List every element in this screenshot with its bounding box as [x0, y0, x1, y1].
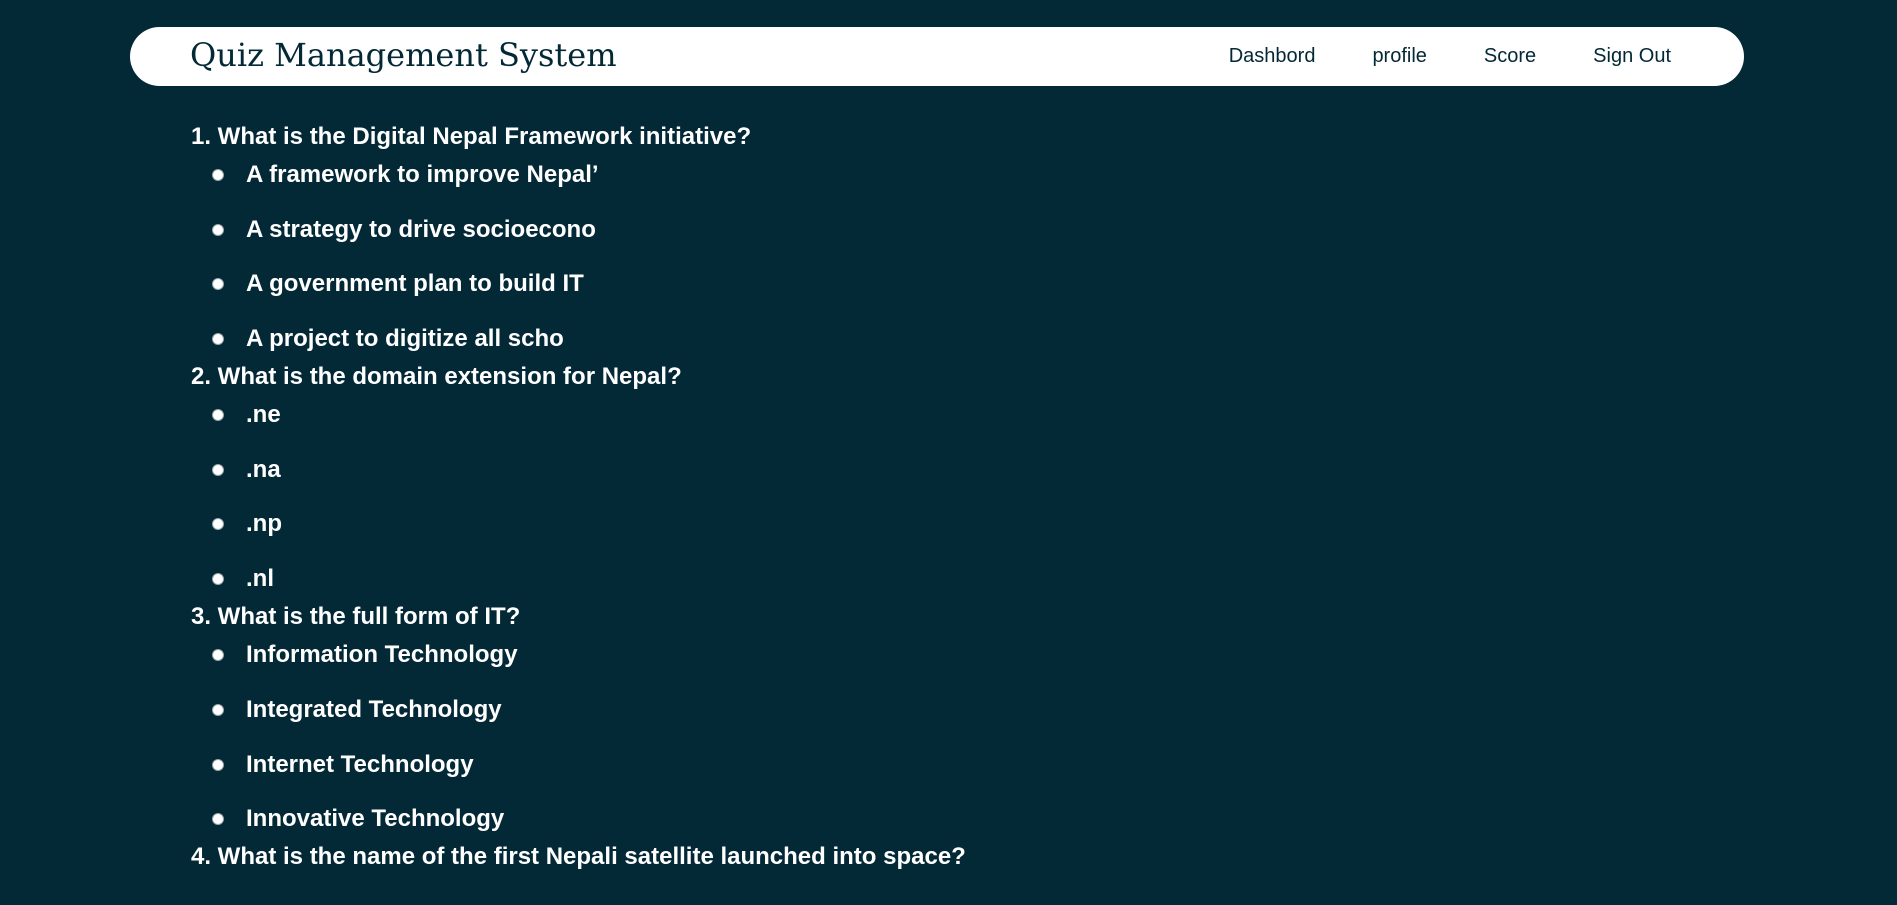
question-text: 4. What is the name of the first Nepali …: [191, 843, 966, 871]
option-item[interactable]: Internet Technology: [191, 746, 1591, 801]
options-list: Information Technology Integrated Techno…: [191, 636, 1591, 838]
radio-icon[interactable]: [212, 703, 224, 716]
question-text: 3. What is the full form of IT?: [191, 603, 521, 631]
radio-icon[interactable]: [212, 573, 224, 586]
option-label: Internet Technology: [246, 750, 474, 778]
option-label: .np: [246, 510, 282, 538]
question-text: 1. What is the Digital Nepal Framework i…: [191, 123, 752, 150]
option-item[interactable]: .np: [191, 505, 1591, 560]
option-label: .na: [246, 455, 281, 483]
option-item[interactable]: Innovative Technology: [191, 800, 1591, 838]
nav-link-score[interactable]: Score: [1484, 45, 1536, 68]
quiz-list: 1. What is the Digital Nepal Framework i…: [191, 118, 1591, 876]
nav-link-dashboard[interactable]: Dashbord: [1229, 45, 1316, 68]
option-item[interactable]: .ne: [191, 396, 1591, 451]
question-4: 4. What is the name of the first Nepali …: [191, 838, 1591, 876]
radio-icon[interactable]: [212, 169, 224, 181]
option-label: Information Technology: [246, 641, 518, 669]
brand-title: Quiz Management System: [190, 36, 617, 74]
question-1: 1. What is the Digital Nepal Framework i…: [191, 118, 1591, 358]
radio-icon[interactable]: [212, 758, 224, 771]
option-label: A strategy to drive socioecono: [246, 215, 596, 243]
radio-icon[interactable]: [212, 463, 224, 476]
nav-links: Dashbord profile Score Sign Out: [1229, 27, 1671, 86]
radio-icon[interactable]: [212, 649, 224, 662]
radio-icon[interactable]: [212, 223, 224, 236]
options-list: A framework to improve Nepal’ A strategy…: [191, 156, 1591, 358]
option-item[interactable]: Integrated Technology: [191, 691, 1591, 746]
option-item[interactable]: .na: [191, 451, 1591, 506]
nav-link-profile[interactable]: profile: [1372, 45, 1426, 68]
question-2: 2. What is the domain extension for Nepa…: [191, 358, 1591, 598]
option-label: Integrated Technology: [246, 695, 502, 723]
option-item[interactable]: .nl: [191, 560, 1591, 598]
option-item[interactable]: A framework to improve Nepal’: [191, 156, 1591, 211]
option-label: A project to digitize all scho: [246, 325, 564, 353]
option-item[interactable]: A strategy to drive socioecono: [191, 211, 1591, 266]
option-item[interactable]: A government plan to build IT: [191, 265, 1591, 320]
option-item[interactable]: A project to digitize all scho: [191, 320, 1591, 358]
radio-icon[interactable]: [212, 409, 224, 422]
option-item[interactable]: Information Technology: [191, 636, 1591, 691]
options-list: .ne .na .np .nl: [191, 396, 1591, 598]
radio-icon[interactable]: [212, 813, 224, 826]
option-label: .ne: [246, 401, 281, 429]
radio-icon[interactable]: [212, 333, 224, 346]
question-3: 3. What is the full form of IT? Informat…: [191, 598, 1591, 838]
option-label: Innovative Technology: [246, 805, 505, 833]
option-label: A framework to improve Nepal’: [246, 161, 599, 188]
radio-icon[interactable]: [212, 278, 224, 291]
option-label: .nl: [246, 565, 274, 593]
nav-link-sign-out[interactable]: Sign Out: [1593, 45, 1671, 68]
navbar: Quiz Management System Dashbord profile …: [130, 27, 1744, 86]
option-label: A government plan to build IT: [246, 270, 584, 298]
radio-icon[interactable]: [212, 518, 224, 531]
question-text: 2. What is the domain extension for Nepa…: [191, 363, 682, 391]
